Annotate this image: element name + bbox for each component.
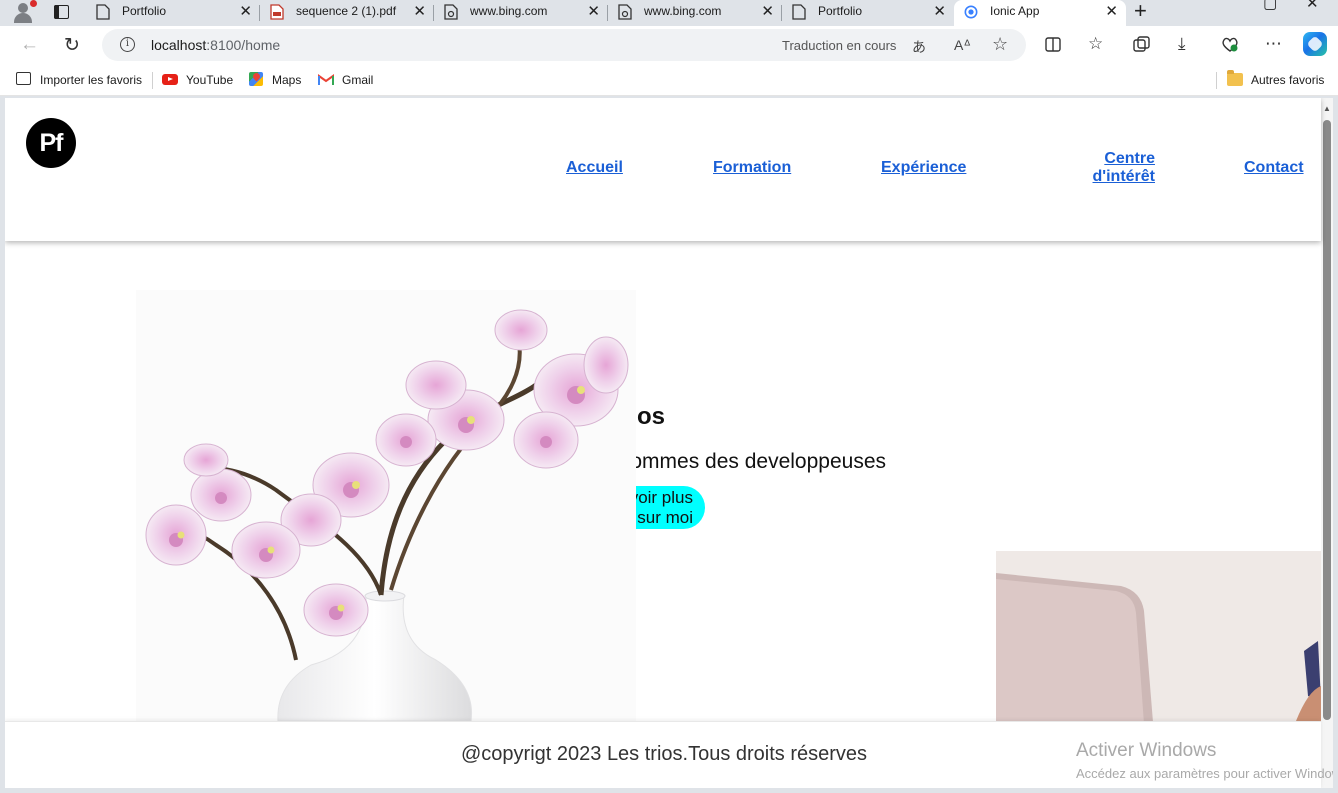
scroll-up-arrow-icon[interactable]: ▲ <box>1323 104 1331 113</box>
bookmark-other-favorites[interactable]: Autres favoris <box>1251 73 1324 87</box>
folder-icon <box>1227 70 1243 86</box>
close-icon[interactable]: ✕ <box>587 2 600 20</box>
pdf-icon <box>270 4 284 20</box>
split-screen-icon[interactable] <box>1045 37 1061 52</box>
tab-pdf[interactable]: sequence 2 (1).pdf ✕ <box>260 0 434 26</box>
tab-bing-1[interactable]: www.bing.com ✕ <box>434 0 608 26</box>
bing-page-icon <box>444 4 458 20</box>
site-info-icon[interactable]: i <box>120 37 135 52</box>
close-icon[interactable]: ✕ <box>933 2 946 20</box>
nav-centre-interet[interactable]: Centre d'intérêt <box>1087 150 1155 186</box>
gmail-icon <box>318 74 334 85</box>
import-favorites-icon <box>16 72 31 85</box>
nav-formation[interactable]: Formation <box>713 159 791 177</box>
translate-icon[interactable]: あ <box>912 37 926 57</box>
close-icon[interactable]: ✕ <box>1105 2 1118 20</box>
tab-label: sequence 2 (1).pdf <box>296 4 397 18</box>
more-menu-icon[interactable]: ⋯ <box>1265 34 1282 54</box>
copilot-icon[interactable] <box>1303 32 1327 56</box>
browser-toolbar: ← ↻ i localhost:8100/home Traduction en … <box>0 26 1338 64</box>
new-tab-button[interactable]: + <box>1134 0 1147 24</box>
app-footer: @copyrigt 2023 Les trios.Tous droits rés… <box>5 721 1333 788</box>
logo[interactable]: Pf <box>26 118 76 168</box>
translation-status[interactable]: Traduction en cours <box>782 38 896 53</box>
tab-label: www.bing.com <box>470 4 548 18</box>
close-icon[interactable]: ✕ <box>239 2 252 20</box>
address-bar[interactable]: i localhost:8100/home Traduction en cour… <box>102 29 1026 61</box>
hero-section: Les trios Nous sommes des developpeuses … <box>5 241 1321 721</box>
tab-strip: Portfolio ✕ sequence 2 (1).pdf ✕ www.bin… <box>0 0 1338 26</box>
bookmark-gmail[interactable]: Gmail <box>342 73 373 87</box>
tab-label: Portfolio <box>818 4 863 18</box>
bookmark-maps[interactable]: Maps <box>272 73 301 87</box>
profile-icon[interactable] <box>12 0 37 23</box>
close-icon[interactable]: ✕ <box>413 2 426 20</box>
vertical-scrollbar[interactable]: ▲ <box>1321 98 1333 788</box>
tab-label: www.bing.com <box>644 4 722 18</box>
favorites-icon[interactable]: ☆ <box>1088 34 1103 54</box>
windows-activation-subtitle: Accédez aux paramètres pour activer Wind… <box>1076 766 1333 781</box>
page-icon <box>96 4 110 20</box>
browser-essentials-icon[interactable] <box>1221 36 1239 53</box>
url-text[interactable]: localhost:8100/home <box>151 37 280 53</box>
youtube-icon <box>162 74 178 85</box>
tab-ionic-app[interactable]: Ionic App ✕ <box>954 0 1126 26</box>
favorite-star-icon[interactable]: ☆ <box>992 34 1008 55</box>
copyright-text: @copyrigt 2023 Les trios.Tous droits rés… <box>461 743 868 765</box>
ionic-icon <box>964 5 978 19</box>
app-header: Pf Accueil Formation Expérience Centre d'… <box>5 98 1321 241</box>
back-arrow-icon[interactable]: ← <box>20 34 39 56</box>
close-icon[interactable]: ✕ <box>761 2 774 20</box>
page-viewport: Pf Accueil Formation Expérience Centre d'… <box>5 98 1333 788</box>
tab-portfolio-1[interactable]: Portfolio ✕ <box>86 0 260 26</box>
refresh-icon[interactable]: ↻ <box>64 34 80 57</box>
laptop-photo <box>996 341 1321 721</box>
nav-experience[interactable]: Expérience <box>881 159 966 177</box>
scrollbar-thumb[interactable] <box>1323 120 1331 720</box>
collections-icon[interactable] <box>1133 36 1151 53</box>
page-icon <box>792 4 806 20</box>
bookmarks-bar: Importer les favoris YouTube Maps Gmail … <box>0 64 1338 96</box>
nav-accueil[interactable]: Accueil <box>566 159 623 177</box>
maximize-icon[interactable]: ▢ <box>1263 0 1277 12</box>
read-aloud-icon[interactable]: Aᐞ <box>954 37 971 54</box>
maps-icon <box>249 72 263 86</box>
window-close-icon[interactable]: ✕ <box>1306 0 1319 12</box>
tab-portfolio-2[interactable]: Portfolio ✕ <box>782 0 954 26</box>
tab-label: Portfolio <box>122 4 167 18</box>
orchid-photo <box>136 290 636 721</box>
bookmark-import[interactable]: Importer les favoris <box>40 73 142 87</box>
windows-activation-title: Activer Windows <box>1076 740 1217 761</box>
nav-contact[interactable]: Contact <box>1244 159 1304 177</box>
tab-label: Ionic App <box>990 4 1040 18</box>
bing-page-icon <box>618 4 632 20</box>
bookmark-youtube[interactable]: YouTube <box>186 73 233 87</box>
tab-actions-icon[interactable] <box>52 3 72 21</box>
download-icon[interactable]: ⤓ <box>1178 34 1186 54</box>
tab-bing-2[interactable]: www.bing.com ✕ <box>608 0 782 26</box>
